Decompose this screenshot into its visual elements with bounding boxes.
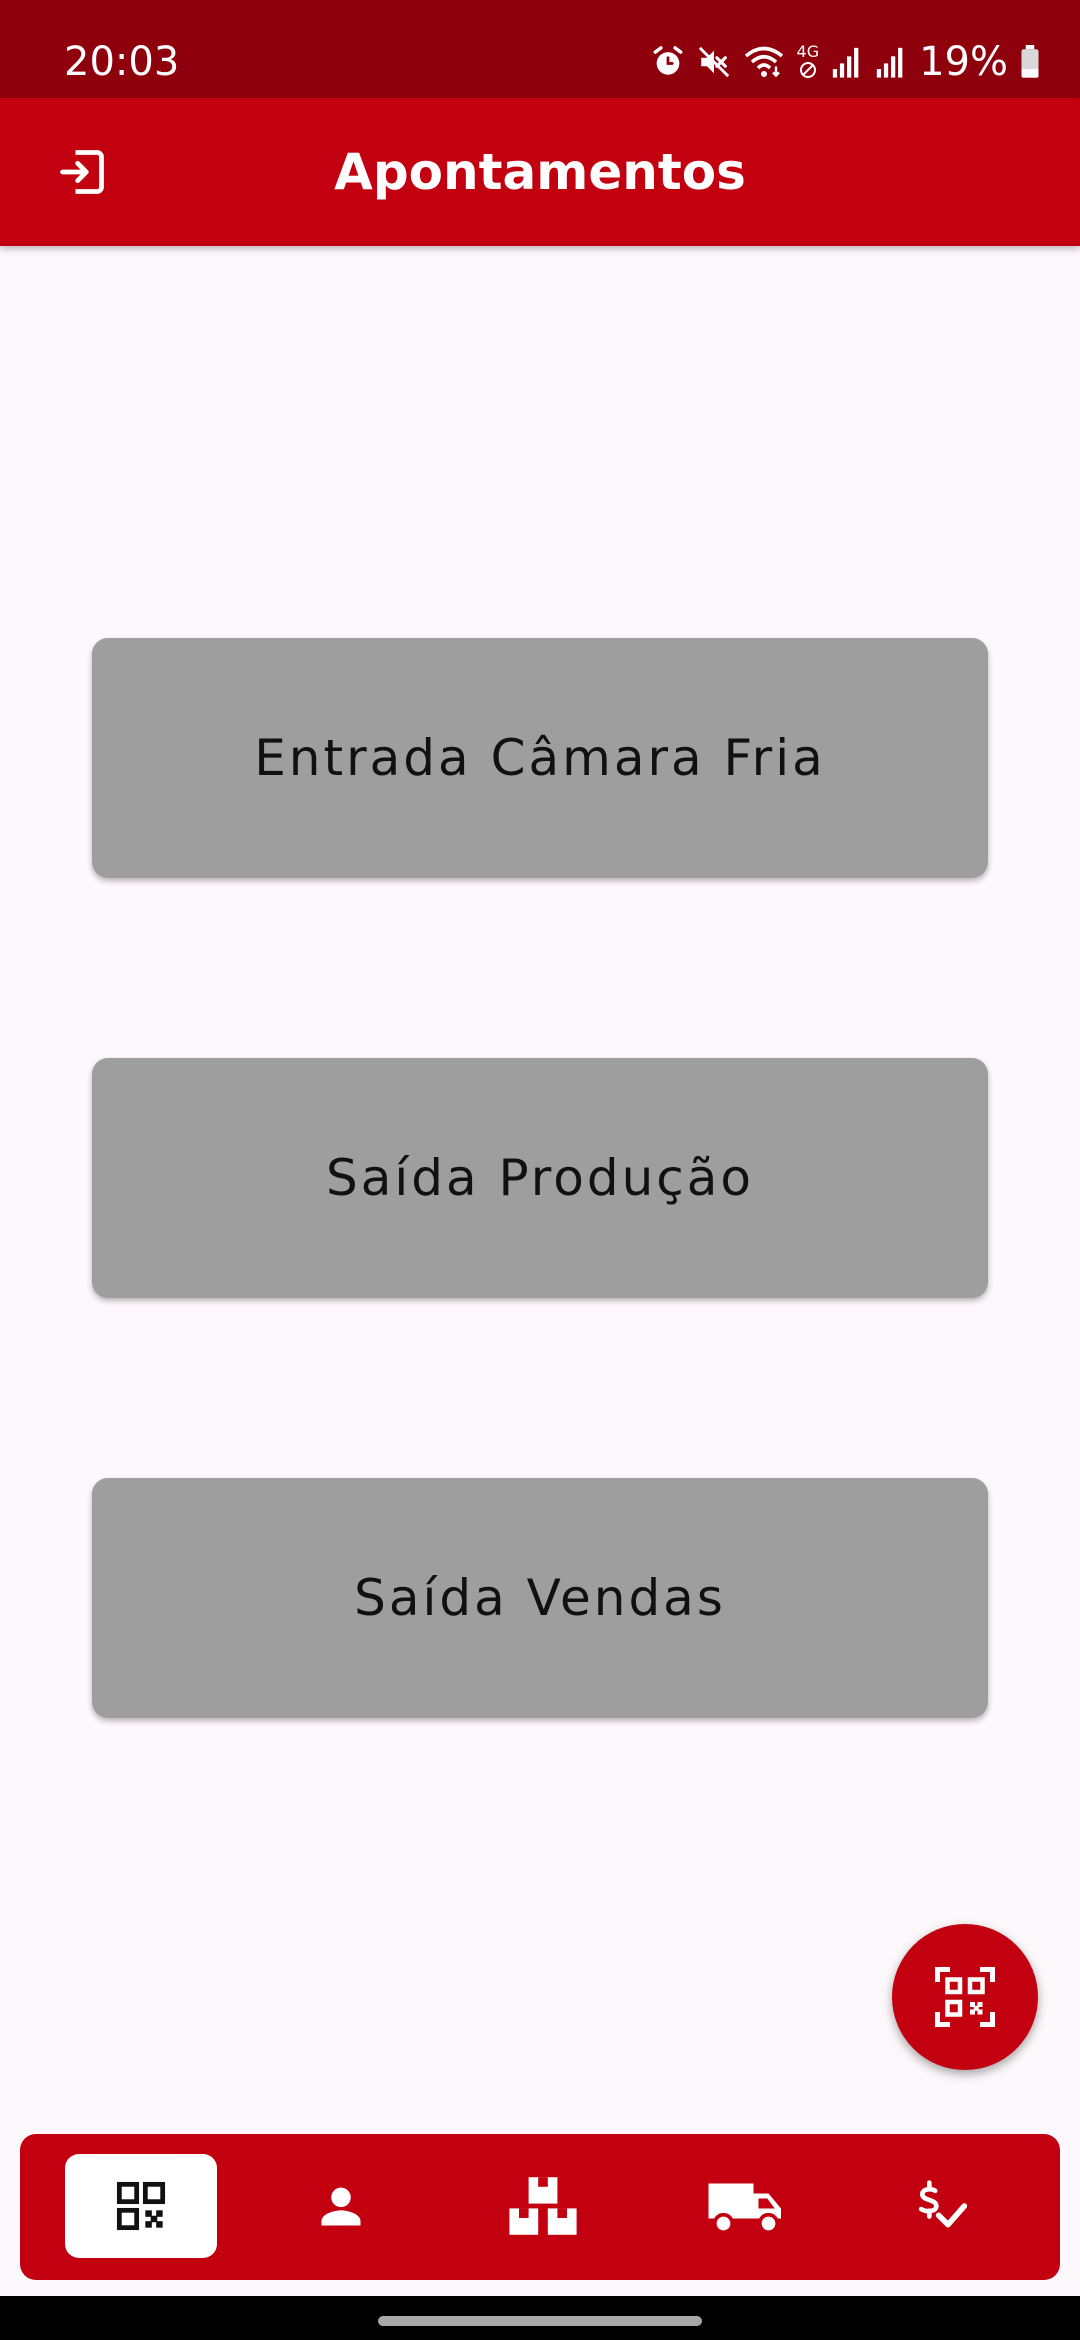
nav-item-person[interactable] <box>265 2154 417 2258</box>
signal-icon <box>875 45 907 79</box>
button-label: Entrada Câmara Fria <box>254 729 826 787</box>
system-navigation-bar <box>0 2296 1080 2340</box>
app-bar: Apontamentos <box>0 98 1080 246</box>
nav-item-price-check[interactable] <box>865 2154 1017 2258</box>
mute-icon <box>697 45 731 79</box>
qr-scan-icon <box>935 1967 995 2027</box>
saida-producao-button[interactable]: Saída Produção <box>92 1058 988 1298</box>
nav-item-delivery[interactable] <box>670 2154 822 2258</box>
network-4g-icon: 4G <box>796 42 820 80</box>
nav-item-qr-code[interactable] <box>65 2154 217 2258</box>
saida-vendas-button[interactable]: Saída Vendas <box>92 1478 988 1718</box>
status-bar: 20:03 4G 19% <box>0 0 1080 98</box>
boxes-icon <box>509 2177 577 2235</box>
network-label: 4G <box>796 42 820 61</box>
battery-icon <box>1020 45 1040 79</box>
alarm-icon <box>651 45 685 79</box>
button-label: Saída Vendas <box>354 1569 726 1627</box>
nav-item-inventory[interactable] <box>467 2154 619 2258</box>
person-icon <box>321 2187 361 2226</box>
qr-scan-fab[interactable] <box>892 1924 1038 2070</box>
status-time: 20:03 <box>64 39 180 85</box>
button-label: Saída Produção <box>325 1149 754 1207</box>
truck-icon <box>708 2183 781 2235</box>
battery-percent: 19% <box>919 39 1008 85</box>
wifi-icon <box>743 45 785 79</box>
price-check-icon <box>918 2180 968 2228</box>
signal-icon <box>831 45 863 79</box>
qr-code-icon <box>116 2181 166 2231</box>
home-indicator[interactable] <box>378 2316 702 2326</box>
bottom-navigation <box>20 2134 1060 2280</box>
page-title: Apontamentos <box>334 143 746 201</box>
entrada-camara-fria-button[interactable]: Entrada Câmara Fria <box>92 638 988 878</box>
